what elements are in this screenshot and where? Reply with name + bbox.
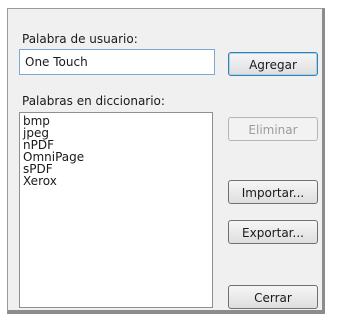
add-button[interactable]: Agregar xyxy=(228,52,318,76)
list-item[interactable]: Xerox xyxy=(23,175,209,187)
export-button[interactable]: Exportar... xyxy=(228,220,318,244)
close-button[interactable]: Cerrar xyxy=(228,285,318,309)
dictionary-words-list[interactable]: bmp jpeg nPDF OmniPage sPDF Xerox xyxy=(19,112,213,308)
user-word-input[interactable] xyxy=(19,49,215,75)
delete-button[interactable]: Eliminar xyxy=(228,117,318,141)
import-button[interactable]: Importar... xyxy=(228,180,318,204)
list-item[interactable]: bmp xyxy=(23,115,209,127)
dictionary-words-label: Palabras en diccionario: xyxy=(22,94,165,108)
user-word-label: Palabra de usuario: xyxy=(22,32,138,46)
